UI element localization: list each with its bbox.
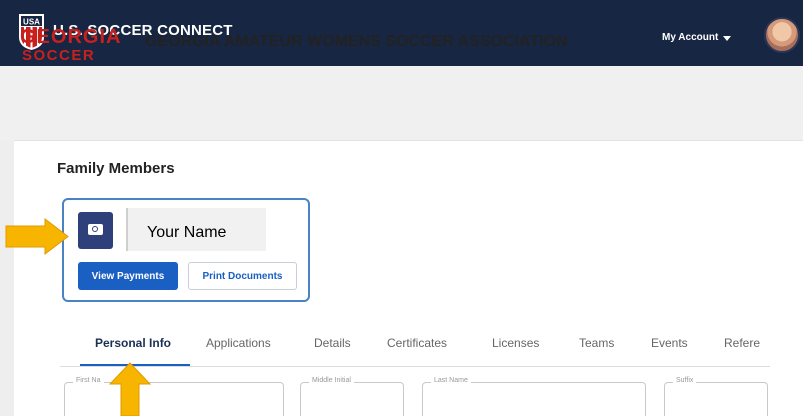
- organization-header: [0, 66, 803, 140]
- middle-initial-label: Middle Initial: [309, 377, 354, 384]
- logo-line-1: GEORGIA: [20, 26, 122, 48]
- user-avatar[interactable]: [764, 17, 800, 53]
- first-name-label: First Na: [73, 377, 104, 384]
- camera-icon: [88, 224, 103, 235]
- last-name-label: Last Name: [431, 377, 471, 384]
- suffix-field[interactable]: Suffix: [664, 377, 768, 416]
- tab-applications[interactable]: Applications: [206, 336, 271, 350]
- logo-line-2: SOCCER: [22, 47, 96, 64]
- tab-referee[interactable]: Refere: [724, 336, 760, 350]
- my-account-label: My Account: [662, 32, 719, 43]
- tab-divider: [60, 366, 770, 367]
- print-documents-button[interactable]: Print Documents: [188, 262, 297, 290]
- georgia-soccer-logo: GEORGIA SOCCER: [20, 27, 130, 63]
- section-title: Family Members: [57, 160, 175, 177]
- member-photo-upload[interactable]: [78, 212, 113, 249]
- tab-events[interactable]: Events: [651, 336, 688, 350]
- tab-certificates[interactable]: Certificates: [387, 336, 447, 350]
- arrow-right-icon: [5, 218, 69, 255]
- my-account-menu[interactable]: My Account: [662, 32, 732, 43]
- chevron-down-icon: [723, 35, 732, 41]
- tab-licenses[interactable]: Licenses: [492, 336, 539, 350]
- tab-personal-info[interactable]: Personal Info: [95, 336, 171, 350]
- view-payments-button[interactable]: View Payments: [78, 262, 178, 290]
- suffix-label: Suffix: [673, 377, 697, 384]
- member-name: Your Name: [147, 224, 227, 241]
- tab-teams[interactable]: Teams: [579, 336, 614, 350]
- first-name-field[interactable]: First Na: [64, 377, 284, 416]
- tab-details[interactable]: Details: [314, 336, 351, 350]
- page-margin: [0, 140, 14, 416]
- organization-title: GEORGIA AMATEUR WOMENS SOCCER ASSOCIATIO…: [145, 33, 568, 50]
- last-name-field[interactable]: Last Name: [422, 377, 646, 416]
- middle-initial-field[interactable]: Middle Initial: [300, 377, 404, 416]
- arrow-up-icon: [109, 362, 151, 416]
